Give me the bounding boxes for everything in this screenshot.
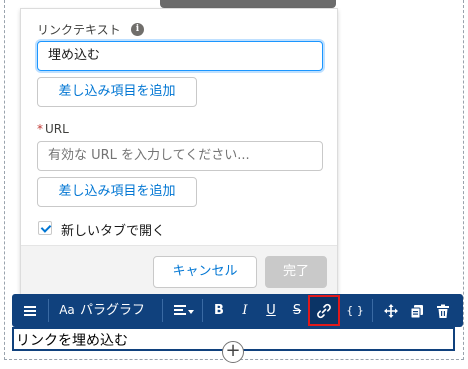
add-merge-field-button-2[interactable]: 差し込み項目を追加: [37, 177, 197, 207]
popover-body: リンクテキスト i 埋め込む 差し込み項目を追加 * URL 有効な URL を入…: [21, 9, 337, 245]
url-input[interactable]: 有効な URL を入力してください...: [37, 141, 323, 171]
italic-button[interactable]: I: [234, 294, 256, 327]
toolbar-separator: [162, 299, 163, 322]
link-popover: リンクテキスト i 埋め込む 差し込み項目を追加 * URL 有効な URL を入…: [20, 8, 338, 299]
required-mark: *: [37, 122, 43, 136]
align-dropdown[interactable]: [170, 294, 198, 327]
strikethrough-button[interactable]: S: [286, 294, 308, 327]
text-style-icon-label: Aa: [59, 303, 75, 317]
open-new-tab-label: 新しいタブで開く: [61, 224, 166, 239]
done-button[interactable]: 完了: [265, 256, 327, 288]
popover-footer: キャンセル 完了: [21, 245, 337, 299]
move-icon[interactable]: [380, 294, 402, 327]
open-new-tab-checkbox[interactable]: [38, 221, 52, 235]
link-icon: [317, 303, 331, 319]
bold-button[interactable]: B: [208, 294, 230, 327]
paragraph-style-dropdown[interactable]: パラグラフ: [80, 294, 166, 327]
add-merge-field-button-1[interactable]: 差し込み項目を追加: [37, 77, 197, 107]
plus-icon[interactable]: +: [222, 341, 244, 363]
info-icon[interactable]: i: [131, 23, 144, 36]
copy-icon[interactable]: [406, 294, 428, 327]
underline-button[interactable]: U: [260, 294, 282, 327]
trash-icon[interactable]: [432, 294, 454, 327]
align-icon: [174, 305, 194, 315]
toolbar-separator: [372, 299, 373, 322]
rich-text-toolbar: Aa パラグラフ B I U S { }: [12, 294, 463, 327]
cancel-button[interactable]: キャンセル: [153, 256, 257, 288]
url-label-text: URL: [45, 122, 69, 136]
link-text-input[interactable]: 埋め込む: [37, 41, 323, 71]
code-button[interactable]: { }: [344, 294, 366, 327]
url-label: * URL: [37, 122, 69, 136]
toolbar-separator: [48, 299, 49, 322]
link-text-label: リンクテキスト: [37, 23, 121, 37]
text-style-icon[interactable]: Aa: [56, 294, 78, 327]
link-button[interactable]: [308, 295, 340, 326]
top-bar-shadow: [160, 0, 336, 8]
menu-icon[interactable]: [18, 294, 42, 327]
toolbar-separator: [202, 299, 203, 322]
block-text: リンクを埋め込む: [16, 333, 128, 349]
